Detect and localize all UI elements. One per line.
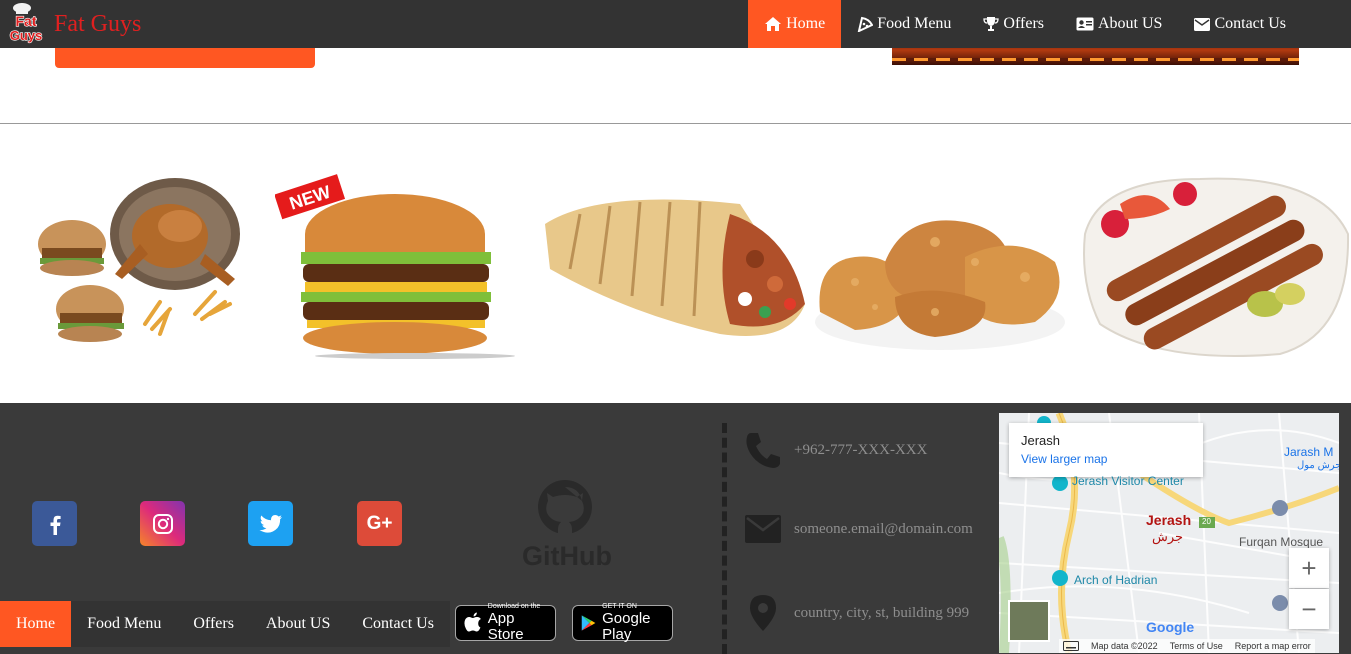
footer-nav: Home Food Menu Offers About US Contact U… bbox=[0, 601, 450, 647]
nav-about-us[interactable]: About US bbox=[1060, 0, 1178, 48]
nav-offers-label: Offers bbox=[1003, 15, 1044, 32]
twitter-icon[interactable] bbox=[248, 501, 293, 546]
shawarma-wrap-image[interactable] bbox=[540, 184, 810, 349]
nav-food-menu-label: Food Menu bbox=[877, 15, 952, 32]
google-play-icon bbox=[581, 615, 596, 631]
map-label-visitor-center[interactable]: Jerash Visitor Center bbox=[1072, 474, 1184, 488]
contact-phone-text: +962-777-XXX-XXX bbox=[794, 441, 928, 458]
svg-text:GitHub: GitHub bbox=[522, 541, 612, 569]
map-marker-icon bbox=[750, 595, 776, 631]
top-navbar: Fat Guys Fat Guys Home Food Menu Offers bbox=[0, 0, 1351, 48]
trophy-icon bbox=[983, 17, 1000, 31]
pizza-slice-icon bbox=[857, 16, 874, 32]
food-gallery: NEW bbox=[0, 160, 1351, 370]
footer-divider bbox=[722, 423, 727, 654]
nav-links: Home Food Menu Offers About US Contact U… bbox=[748, 0, 1302, 48]
envelope-icon bbox=[1194, 17, 1211, 31]
nav-home[interactable]: Home bbox=[748, 0, 842, 48]
contact-phone: +962-777-XXX-XXX bbox=[745, 431, 927, 469]
map-attribution: Map data ©2022 Terms of Use Report a map… bbox=[1059, 639, 1315, 653]
svg-text:Guys: Guys bbox=[10, 28, 43, 43]
contact-email: someone.email@domain.com bbox=[745, 515, 973, 543]
google-plus-icon[interactable]: G+ bbox=[357, 501, 402, 546]
map-road-sign: 20 bbox=[1202, 517, 1211, 526]
contact-address-text: country, city, st, building 999 bbox=[794, 604, 970, 621]
section-divider bbox=[0, 123, 1351, 124]
map-place-card: Jerash View larger map bbox=[1009, 423, 1203, 477]
brand[interactable]: Fat Guys Fat Guys bbox=[4, 2, 141, 46]
map-zoom-in-button[interactable]: + bbox=[1289, 548, 1329, 588]
nav-about-us-label: About US bbox=[1098, 15, 1163, 32]
map-place-title: Jerash bbox=[1021, 433, 1061, 448]
footer: G+ GitHub +962-777-XXX-XXX someone.email… bbox=[0, 403, 1351, 654]
contact-email-text: someone.email@domain.com bbox=[794, 520, 973, 537]
kebab-plate-image[interactable] bbox=[1080, 174, 1351, 362]
svg-text:Fat: Fat bbox=[16, 13, 37, 29]
map-label-furqan-mosque[interactable]: Furqan Mosque bbox=[1239, 535, 1323, 549]
footer-nav-offers[interactable]: Offers bbox=[177, 601, 250, 647]
chicken-burger-platter-image[interactable] bbox=[30, 174, 245, 364]
home-icon bbox=[765, 17, 782, 31]
app-store-big-text: App Store bbox=[487, 610, 524, 643]
apple-icon bbox=[464, 612, 481, 632]
map-label-jarash-mall[interactable]: Jarash M bbox=[1284, 445, 1333, 459]
footer-nav-about-us[interactable]: About US bbox=[250, 601, 346, 647]
google-logo: Google bbox=[1146, 619, 1195, 635]
map-label-city[interactable]: Jerash bbox=[1146, 512, 1191, 528]
fried-chicken-image[interactable] bbox=[815, 202, 1070, 352]
app-store-button[interactable]: Download on the App Store bbox=[455, 603, 556, 643]
map-zoom-out-button[interactable]: − bbox=[1289, 589, 1329, 629]
google-plus-glyph: G+ bbox=[366, 512, 393, 534]
brand-logo: Fat Guys bbox=[4, 2, 48, 46]
envelope-icon bbox=[745, 515, 781, 543]
facebook-icon[interactable] bbox=[32, 501, 77, 546]
map-report-link[interactable]: Report a map error bbox=[1235, 641, 1311, 651]
nav-offers[interactable]: Offers bbox=[967, 0, 1060, 48]
burger-image[interactable]: NEW bbox=[275, 174, 520, 359]
google-play-big-text: Google Play bbox=[602, 610, 651, 643]
id-card-icon bbox=[1076, 17, 1094, 31]
phone-icon bbox=[746, 433, 780, 468]
map-label-city-arabic: جرش bbox=[1152, 529, 1184, 544]
google-play-button[interactable]: GET IT ON Google Play bbox=[572, 603, 673, 643]
footer-nav-food-menu[interactable]: Food Menu bbox=[71, 601, 177, 647]
google-map[interactable]: Jerash View larger map Jerash Visitor Ce… bbox=[999, 413, 1339, 653]
brand-name: Fat Guys bbox=[54, 10, 142, 37]
map-data-text: Map data ©2022 bbox=[1091, 641, 1158, 651]
keyboard-icon[interactable] bbox=[1063, 641, 1079, 651]
nav-food-menu[interactable]: Food Menu bbox=[841, 0, 967, 48]
footer-nav-contact-us[interactable]: Contact Us bbox=[346, 601, 450, 647]
view-larger-map-link[interactable]: View larger map bbox=[1021, 452, 1191, 466]
github-logo[interactable]: GitHub bbox=[517, 479, 617, 569]
map-terms-link[interactable]: Terms of Use bbox=[1170, 641, 1223, 651]
instagram-icon[interactable] bbox=[140, 501, 185, 546]
map-label-jarash-mall-arabic: جرش مول bbox=[1297, 460, 1339, 471]
nav-contact-us[interactable]: Contact Us bbox=[1178, 0, 1302, 48]
nav-contact-us-label: Contact Us bbox=[1214, 15, 1286, 32]
map-label-arch-of-hadrian[interactable]: Arch of Hadrian bbox=[1074, 573, 1157, 587]
nav-home-label: Home bbox=[786, 15, 826, 32]
page: Fat Guys Fat Guys Home Food Menu Offers bbox=[0, 0, 1351, 654]
footer-nav-home[interactable]: Home bbox=[0, 601, 72, 647]
contact-address: country, city, st, building 999 bbox=[745, 594, 969, 632]
